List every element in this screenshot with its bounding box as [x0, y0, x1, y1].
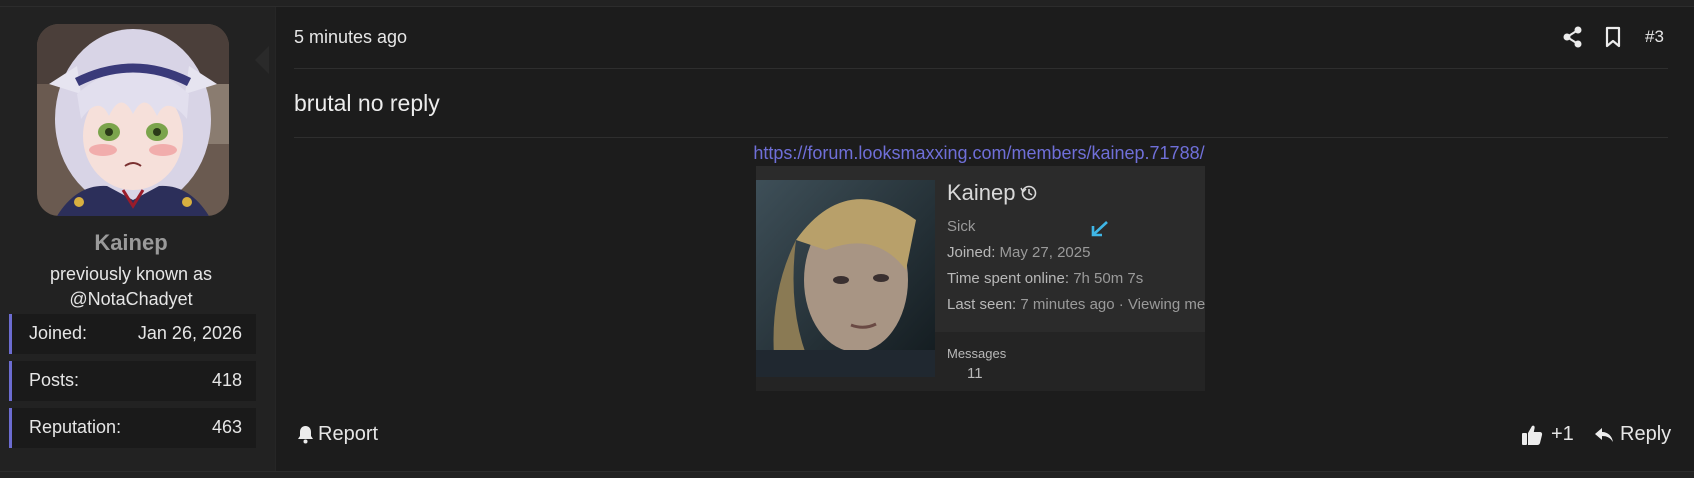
link-container: https://forum.looksmaxxing.com/members/k…: [752, 143, 1206, 164]
history-icon: [1020, 184, 1038, 207]
stat-value: Jan 26, 2026: [137, 323, 242, 343]
embed-online-value: 7h 50m 7s: [1073, 270, 1144, 287]
embedded-screenshot[interactable]: Kainep Sick Joined: May 27, 2025 Time sp…: [756, 166, 1205, 391]
embed-seen-label: Last seen:: [947, 296, 1017, 313]
body-divider: [294, 137, 1668, 138]
embed-joined-value: May 27, 2025: [999, 244, 1091, 261]
speech-arrow: [255, 46, 269, 74]
reply-label: Reply: [1620, 423, 1672, 445]
stat-label: Posts:: [29, 370, 80, 390]
embed-seen-value: 7 minutes ago · Viewing me: [1020, 296, 1205, 313]
stat-reputation: Reputation: 463: [9, 408, 256, 448]
profile-link[interactable]: https://forum.looksmaxxing.com/members/k…: [753, 143, 1204, 163]
previous-handle: @NotaChadyet: [69, 289, 193, 309]
previously-known-label: previously known as: [49, 264, 213, 284]
stat-label: Reputation:: [29, 417, 122, 437]
reply-button[interactable]: Reply: [1594, 423, 1671, 446]
embed-username: Kainep: [947, 180, 1016, 205]
embed-online: Time spent online: 7h 50m 7s: [947, 270, 1143, 287]
report-button[interactable]: Report: [297, 423, 378, 446]
thumbs-up-icon: [1522, 425, 1543, 445]
header-divider: [294, 68, 1668, 69]
like-count: +1: [1551, 423, 1574, 445]
bookmark-button[interactable]: [1605, 24, 1621, 50]
avatar[interactable]: [37, 24, 229, 216]
cursor-arrow-icon: [1090, 220, 1110, 243]
embed-joined-label: Joined:: [947, 244, 996, 261]
embed-online-label: Time spent online:: [947, 270, 1070, 287]
stat-label: Joined:: [29, 323, 88, 343]
stat-value: 463: [211, 417, 242, 437]
post-timestamp[interactable]: 5 minutes ago: [294, 27, 407, 48]
user-info-column: Kainep previously known as @NotaChadyet …: [0, 7, 275, 471]
share-button[interactable]: [1563, 24, 1583, 50]
share-icon: [1563, 26, 1582, 48]
embed-status: Sick: [947, 218, 976, 235]
top-divider: [0, 0, 1694, 7]
username[interactable]: Kainep: [0, 230, 262, 256]
stat-joined: Joined: Jan 26, 2026: [9, 314, 256, 354]
embed-messages-value: 11: [967, 365, 983, 382]
embed-last-seen: Last seen: 7 minutes ago · Viewing me: [947, 296, 1205, 313]
like-button[interactable]: +1: [1521, 423, 1574, 446]
report-label: Report: [318, 423, 379, 445]
post-number-link[interactable]: #3: [1645, 24, 1664, 50]
reply-icon: [1595, 427, 1613, 442]
post-message: brutal no reply: [294, 90, 440, 116]
previous-username: previously known as @NotaChadyet: [0, 262, 262, 312]
profile-photo: [756, 180, 935, 377]
stat-posts: Posts: 418: [9, 361, 256, 401]
embed-messages-label: Messages: [947, 346, 1007, 361]
stat-value: 418: [211, 370, 242, 390]
bookmark-icon: [1605, 26, 1621, 48]
bell-icon: [298, 426, 313, 444]
embed-joined: Joined: May 27, 2025: [947, 244, 1090, 261]
